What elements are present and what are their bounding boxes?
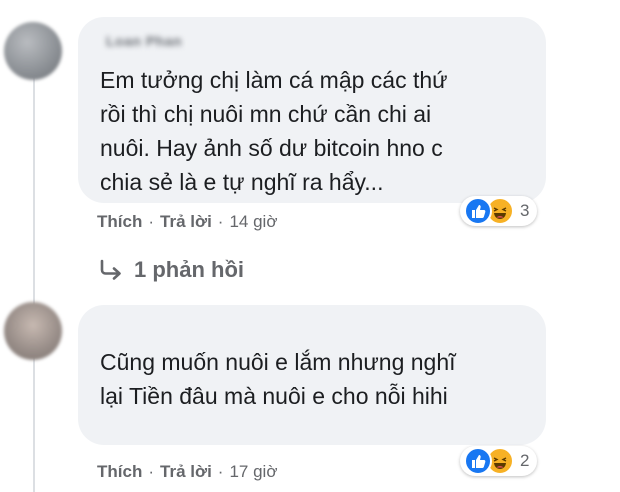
comment-actions: Thích · Trả lời · 14 giờ bbox=[97, 212, 277, 232]
timestamp[interactable]: 14 giờ bbox=[229, 212, 277, 231]
reply-button[interactable]: Trả lời bbox=[160, 462, 212, 481]
reaction-count: 2 bbox=[520, 451, 530, 470]
reaction-count: 3 bbox=[520, 201, 530, 220]
replies-count-label[interactable]: 1 phản hồi bbox=[134, 257, 244, 283]
timestamp[interactable]: 17 giờ bbox=[229, 462, 277, 481]
comment-bubble: Cũng muốn nuôi e lắm nhưng nghĩ lại Tiền… bbox=[78, 305, 546, 445]
avatar[interactable] bbox=[4, 22, 62, 80]
comment-text: Cũng muốn nuôi e lắm nhưng nghĩ lại Tiền… bbox=[100, 349, 456, 409]
separator-dot: · bbox=[148, 212, 155, 231]
author-name[interactable]: Loan Phan bbox=[106, 33, 182, 49]
thread-line bbox=[33, 60, 35, 492]
reaction-summary[interactable]: 2 bbox=[460, 446, 538, 476]
separator-dot: · bbox=[148, 462, 155, 481]
comment-bubble: Loan Phan Em tưởng chị làm cá mập các th… bbox=[78, 17, 546, 203]
like-button[interactable]: Thích bbox=[97, 462, 142, 481]
like-icon bbox=[464, 197, 492, 225]
reply-button[interactable]: Trả lời bbox=[160, 212, 212, 231]
comment-actions: Thích · Trả lời · 17 giờ bbox=[97, 462, 277, 482]
like-button[interactable]: Thích bbox=[97, 212, 142, 231]
reaction-summary[interactable]: 3 bbox=[460, 196, 538, 226]
like-icon bbox=[464, 447, 492, 475]
reply-arrow-icon bbox=[100, 259, 121, 280]
view-replies-link[interactable]: 1 phản hồi bbox=[98, 257, 244, 283]
avatar[interactable] bbox=[4, 302, 62, 360]
separator-dot: · bbox=[217, 462, 224, 481]
separator-dot: · bbox=[217, 212, 224, 231]
comment-text: Em tưởng chị làm cá mập các thứ rồi thì … bbox=[100, 67, 448, 195]
